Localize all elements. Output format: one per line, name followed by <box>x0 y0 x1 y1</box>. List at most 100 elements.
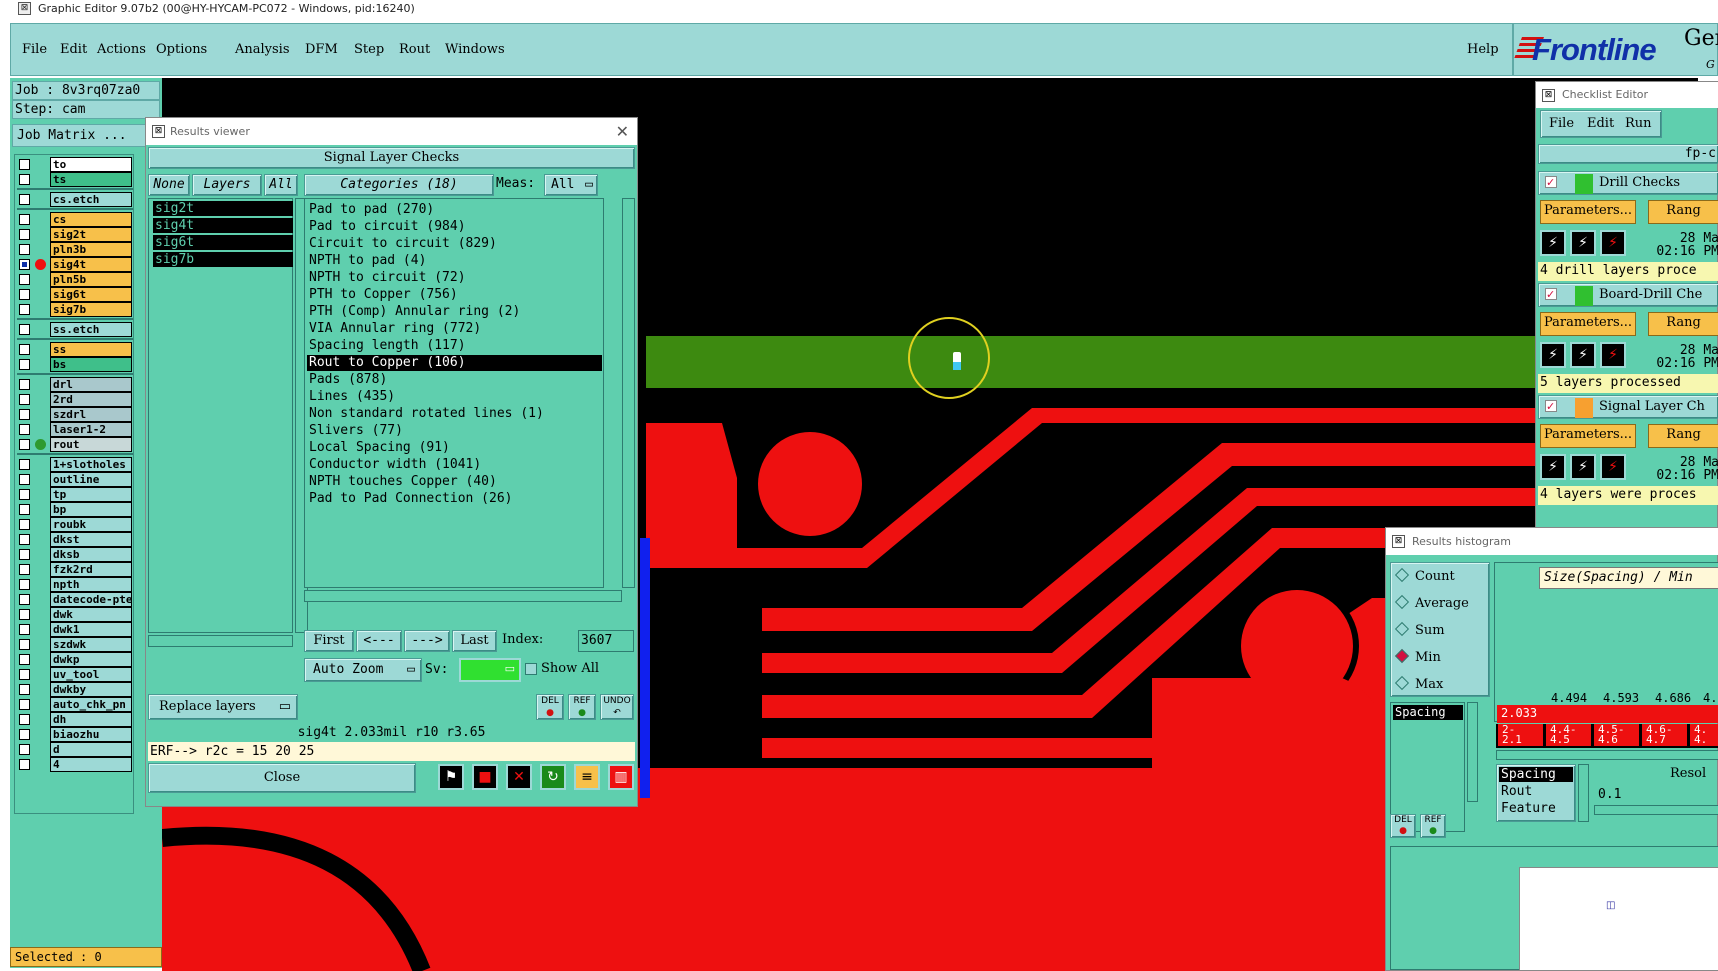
layer-checkbox[interactable] <box>19 534 30 545</box>
categories-listbox[interactable]: Pad to pad (270) Pad to circuit (984) Ci… <box>304 198 604 588</box>
layer-checkbox[interactable] <box>19 459 30 470</box>
layer-name[interactable]: szdrl <box>50 407 132 422</box>
ref-button[interactable]: REF ● <box>1420 814 1446 838</box>
del-button[interactable]: DEL ● <box>536 694 564 720</box>
layer-row-rout[interactable]: rout <box>17 437 133 452</box>
layer-checkbox[interactable] <box>19 214 30 225</box>
layer-row-fzk2rd[interactable]: fzk2rd <box>17 562 133 577</box>
layer-row-2rd[interactable]: 2rd <box>17 392 133 407</box>
layer-name[interactable]: cs.etch <box>50 192 132 207</box>
layer-checkbox[interactable] <box>19 259 30 270</box>
ref-button[interactable]: REF ● <box>568 694 596 720</box>
type-item[interactable]: Feature <box>1501 801 1556 816</box>
layer-name[interactable]: sig6t <box>50 287 132 302</box>
layer-checkbox[interactable] <box>19 289 30 300</box>
layer-checkbox[interactable] <box>19 684 30 695</box>
layer-row-outline[interactable]: outline <box>17 472 133 487</box>
layer-name[interactable]: rout <box>50 437 132 452</box>
checkmark-icon[interactable]: ✓ <box>1545 288 1557 300</box>
layer-checkbox[interactable] <box>19 274 30 285</box>
layers-button[interactable]: Layers <box>192 174 262 196</box>
layers-hscrollbar[interactable] <box>148 635 293 647</box>
layer-row-sig4t[interactable]: sig4t <box>17 257 133 272</box>
menu-help[interactable]: Help <box>1467 42 1499 57</box>
layer-checkbox[interactable] <box>19 304 30 315</box>
layer-name[interactable]: dwk1 <box>50 622 132 637</box>
bin-cell[interactable]: 4. 4. <box>1690 724 1718 746</box>
layer-row-4[interactable]: 4 <box>17 757 133 772</box>
parameters-button[interactable]: Parameters... <box>1540 200 1636 224</box>
category-item[interactable]: PTH to Copper (756) <box>309 287 458 303</box>
category-item[interactable]: Pad to Pad Connection (26) <box>309 491 513 507</box>
layer-checkbox[interactable] <box>19 624 30 635</box>
layer-checkbox[interactable] <box>19 324 30 335</box>
category-item[interactable]: Pad to circuit (984) <box>309 219 466 235</box>
layer-name[interactable]: datecode-pte <box>50 592 132 607</box>
layer-row-cs[interactable]: cs <box>17 212 133 227</box>
spacing-scrollbar[interactable] <box>1467 702 1478 802</box>
spacing-list-item[interactable]: Spacing <box>1393 705 1463 720</box>
categories-scrollbar[interactable] <box>622 198 635 588</box>
bin-cell[interactable]: 4.6- 4.7 <box>1642 724 1688 746</box>
menu-options[interactable]: Options <box>156 42 207 57</box>
categories-button[interactable]: Categories (18) <box>304 174 494 196</box>
menu-file[interactable]: File <box>22 42 47 57</box>
type-scrollbar[interactable] <box>1578 764 1589 822</box>
type-list[interactable]: Spacing Rout Feature <box>1496 764 1576 822</box>
parameters-button[interactable]: Parameters... <box>1540 312 1636 336</box>
category-item[interactable]: Local Spacing (91) <box>309 440 450 456</box>
cross-icon[interactable]: ✕ <box>506 764 532 790</box>
layer-row-dkst[interactable]: dkst <box>17 532 133 547</box>
layer-row-dwkp[interactable]: dwkp <box>17 652 133 667</box>
layer-checkbox[interactable] <box>19 174 30 185</box>
histogram-icon[interactable]: ▥ <box>608 764 634 790</box>
category-item[interactable]: Spacing length (117) <box>309 338 466 354</box>
layer-name[interactable]: ss <box>50 342 132 357</box>
layer-checkbox[interactable] <box>19 699 30 710</box>
category-item[interactable]: Pads (878) <box>309 372 387 388</box>
layer-row-ts[interactable]: ts <box>17 172 133 187</box>
layer-checkbox[interactable] <box>19 439 30 450</box>
menu-analysis[interactable]: Analysis <box>235 42 290 57</box>
stop-run-icon[interactable]: ⚡ <box>1600 454 1626 480</box>
layer-checkbox[interactable] <box>19 344 30 355</box>
check-board-drill[interactable]: ✓ Board-Drill Che <box>1538 283 1718 307</box>
layer-checkbox[interactable] <box>19 359 30 370</box>
last-button[interactable]: Last <box>452 630 497 652</box>
layer-checkbox[interactable] <box>19 159 30 170</box>
layer-checkbox[interactable] <box>19 609 30 620</box>
check-drill[interactable]: ✓ Drill Checks <box>1538 171 1718 195</box>
job-matrix-button[interactable]: Job Matrix ... <box>12 124 160 147</box>
layer-list-item[interactable]: sig2t <box>153 201 293 216</box>
layer-name[interactable]: sig4t <box>50 257 132 272</box>
layer-checkbox[interactable] <box>19 549 30 560</box>
refresh-icon[interactable]: ↻ <box>540 764 566 790</box>
layer-checkbox[interactable] <box>19 714 30 725</box>
layer-name[interactable]: d <box>50 742 132 757</box>
layer-checkbox[interactable] <box>19 744 30 755</box>
layer-name[interactable]: outline <box>50 472 132 487</box>
category-item[interactable]: NPTH to circuit (72) <box>309 270 466 286</box>
range-button[interactable]: Rang <box>1648 424 1718 448</box>
layer-name[interactable]: szdwk <box>50 637 132 652</box>
category-item[interactable]: Non standard rotated lines (1) <box>309 406 544 422</box>
layer-row-bs[interactable]: bs <box>17 357 133 372</box>
layer-checkbox[interactable] <box>19 759 30 770</box>
first-button[interactable]: First <box>304 630 354 652</box>
layer-name[interactable]: sig7b <box>50 302 132 317</box>
layer-checkbox[interactable] <box>19 639 30 650</box>
layer-row-biaozhu[interactable]: biaozhu <box>17 727 133 742</box>
layer-row-uv_tool[interactable]: uv_tool <box>17 667 133 682</box>
bin-cell[interactable]: 4.5- 4.6 <box>1594 724 1640 746</box>
layer-list-item[interactable]: sig7b <box>153 252 293 267</box>
ce-menu-file[interactable]: File <box>1549 116 1574 131</box>
close-icon[interactable]: ✕ <box>616 118 629 145</box>
layer-name[interactable]: dwkp <box>50 652 132 667</box>
layer-row-pln3b[interactable]: pln3b <box>17 242 133 257</box>
layer-checkbox[interactable] <box>19 424 30 435</box>
stop-icon[interactable]: ■ <box>472 764 498 790</box>
layer-checkbox[interactable] <box>19 244 30 255</box>
categories-hscrollbar[interactable] <box>304 590 622 602</box>
histogram-chart[interactable]: Size(Spacing) / Min 4.494 4.593 4.686 4.… <box>1494 562 1718 723</box>
radio-sum[interactable]: Sum <box>1394 621 1445 638</box>
